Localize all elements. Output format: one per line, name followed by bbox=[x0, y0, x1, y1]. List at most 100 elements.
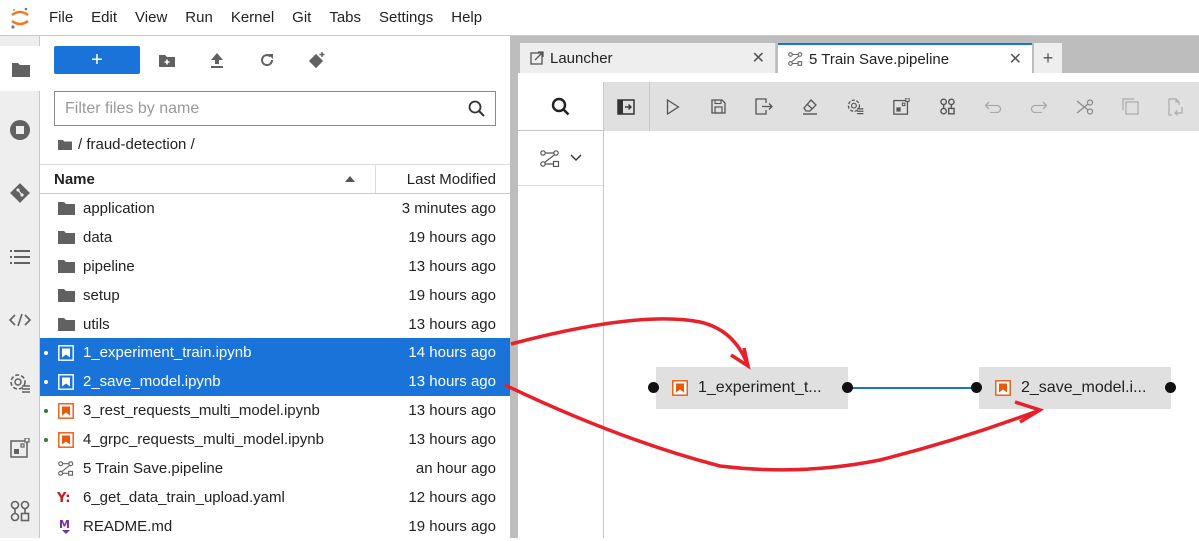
file-list-item[interactable]: 2_save_model.ipynb 13 hours ago bbox=[40, 367, 510, 397]
modified-column-header[interactable]: Last Modified bbox=[376, 165, 510, 193]
cut-button[interactable] bbox=[1062, 82, 1108, 131]
node-input-port[interactable] bbox=[971, 382, 982, 393]
file-list-item[interactable]: application 3 minutes ago bbox=[40, 194, 510, 223]
name-column-header[interactable]: Name bbox=[40, 165, 376, 193]
toc-tab[interactable] bbox=[0, 237, 40, 277]
notebook-icon bbox=[56, 431, 76, 449]
pipeline-node-2[interactable]: 2_save_model.i... bbox=[979, 367, 1171, 409]
launcher-icon bbox=[530, 51, 544, 65]
runtimes-tab[interactable] bbox=[0, 363, 40, 403]
menu-help[interactable]: Help bbox=[442, 0, 491, 36]
file-name: 2_save_model.ipynb bbox=[83, 373, 221, 391]
menu-settings[interactable]: Settings bbox=[370, 0, 442, 36]
file-modified: 3 minutes ago bbox=[401, 199, 496, 217]
markdown-icon: M bbox=[56, 517, 76, 535]
file-list-item[interactable]: M README.md 19 hours ago bbox=[40, 512, 510, 541]
tab-pipeline[interactable]: 5 Train Save.pipeline ✕ bbox=[778, 43, 1032, 73]
filter-files-input[interactable] bbox=[65, 99, 468, 118]
new-launcher-button[interactable]: + bbox=[54, 46, 140, 74]
svg-text:M: M bbox=[59, 518, 70, 531]
git-clone-icon bbox=[308, 52, 325, 69]
panel-resize-handle[interactable] bbox=[510, 36, 518, 538]
filter-files-field[interactable] bbox=[54, 91, 496, 126]
palette-category-dropdown[interactable] bbox=[518, 131, 603, 186]
notebook-icon bbox=[672, 380, 688, 396]
plus-icon: + bbox=[91, 48, 103, 71]
palette-search-button[interactable] bbox=[518, 82, 603, 131]
file-modified: 12 hours ago bbox=[408, 488, 496, 506]
search-icon bbox=[551, 97, 570, 115]
component-catalog-tab[interactable] bbox=[0, 428, 40, 468]
running-icon bbox=[10, 120, 30, 140]
file-list: application 3 minutes ago data 19 hours ago… bbox=[40, 194, 510, 541]
file-list-item[interactable]: setup 19 hours ago bbox=[40, 281, 510, 310]
upload-icon bbox=[211, 53, 223, 68]
run-pipeline-button[interactable] bbox=[650, 82, 696, 131]
file-list-item[interactable]: Y: 6_get_data_train_upload.yaml 12 hours a… bbox=[40, 483, 510, 512]
runtimes-button[interactable] bbox=[833, 82, 879, 131]
file-list-item[interactable]: data 19 hours ago bbox=[40, 223, 510, 252]
open-panel-button[interactable] bbox=[604, 82, 650, 131]
file-name: data bbox=[83, 228, 113, 246]
file-list-item[interactable]: 5 Train Save.pipeline an hour ago bbox=[40, 454, 510, 483]
upload-button[interactable] bbox=[192, 46, 242, 74]
menu-kernel[interactable]: Kernel bbox=[222, 0, 283, 36]
paste-button[interactable] bbox=[1153, 82, 1199, 131]
git-icon bbox=[10, 183, 30, 203]
clear-icon bbox=[802, 99, 817, 115]
file-browser-toolbar: + bbox=[54, 46, 342, 74]
new-folder-button[interactable] bbox=[142, 46, 192, 74]
file-list-item[interactable]: utils 13 hours ago bbox=[40, 310, 510, 339]
tab-bar: Launcher ✕ 5 Train Save.pipeline ✕ + bbox=[518, 36, 1199, 73]
copy-button[interactable] bbox=[1107, 82, 1153, 131]
node-output-port[interactable] bbox=[1165, 382, 1176, 393]
search-icon bbox=[468, 100, 485, 117]
menu-edit[interactable]: Edit bbox=[82, 0, 126, 36]
pipeline-components-tab[interactable] bbox=[0, 491, 40, 531]
file-list-item[interactable]: 4_grpc_requests_multi_model.ipynb 13 hour… bbox=[40, 425, 510, 454]
export-pipeline-button[interactable] bbox=[741, 82, 787, 131]
file-modified: 19 hours ago bbox=[408, 228, 496, 246]
folder-icon bbox=[56, 228, 76, 246]
tab-launcher[interactable]: Launcher ✕ bbox=[520, 43, 776, 73]
file-list-item[interactable]: pipeline 13 hours ago bbox=[40, 252, 510, 281]
pipeline-node-1[interactable]: 1_experiment_t... bbox=[656, 367, 848, 409]
file-list-item[interactable]: 3_rest_requests_multi_model.ipynb 13 hour… bbox=[40, 396, 510, 425]
undo-button[interactable] bbox=[970, 82, 1016, 131]
running-indicator bbox=[44, 437, 48, 442]
code-snippets-icon bbox=[9, 313, 31, 327]
running-tab[interactable] bbox=[0, 110, 40, 150]
save-pipeline-button[interactable] bbox=[696, 82, 742, 131]
breadcrumb-path[interactable]: / fraud-detection / bbox=[78, 136, 195, 153]
sort-ascending-icon bbox=[345, 176, 355, 182]
running-indicator bbox=[44, 408, 48, 413]
close-icon[interactable]: ✕ bbox=[752, 48, 765, 68]
component-catalog-button[interactable] bbox=[879, 82, 925, 131]
menu-file[interactable]: File bbox=[40, 0, 82, 36]
refresh-button[interactable] bbox=[242, 46, 292, 74]
file-list-item[interactable]: 1_experiment_train.ipynb 14 hours ago bbox=[40, 338, 510, 368]
git-clone-button[interactable] bbox=[292, 46, 342, 74]
git-tab[interactable] bbox=[0, 173, 40, 213]
pipeline-icon bbox=[56, 459, 76, 477]
file-browser-tab[interactable] bbox=[0, 46, 41, 91]
code-snippets-tab[interactable] bbox=[0, 300, 40, 340]
menu-view[interactable]: View bbox=[126, 0, 176, 36]
file-name: utils bbox=[83, 315, 110, 333]
file-name: application bbox=[83, 199, 155, 217]
redo-button[interactable] bbox=[1016, 82, 1062, 131]
clear-pipeline-button[interactable] bbox=[787, 82, 833, 131]
folder-icon bbox=[11, 62, 30, 77]
arrange-button[interactable] bbox=[924, 82, 970, 131]
menu-git[interactable]: Git bbox=[283, 0, 320, 36]
close-icon[interactable]: ✕ bbox=[1009, 49, 1022, 69]
menu-tabs[interactable]: Tabs bbox=[320, 0, 370, 36]
file-list-header: Name Last Modified bbox=[40, 164, 510, 194]
node-output-port[interactable] bbox=[842, 382, 853, 393]
new-tab-button[interactable]: + bbox=[1034, 43, 1062, 73]
menu-run[interactable]: Run bbox=[176, 0, 222, 36]
pipeline-canvas[interactable]: 1_experiment_t... 2_save_model.i... bbox=[605, 131, 1199, 538]
home-folder-icon[interactable] bbox=[58, 139, 72, 150]
file-modified: 19 hours ago bbox=[408, 286, 496, 304]
node-input-port[interactable] bbox=[648, 382, 659, 393]
